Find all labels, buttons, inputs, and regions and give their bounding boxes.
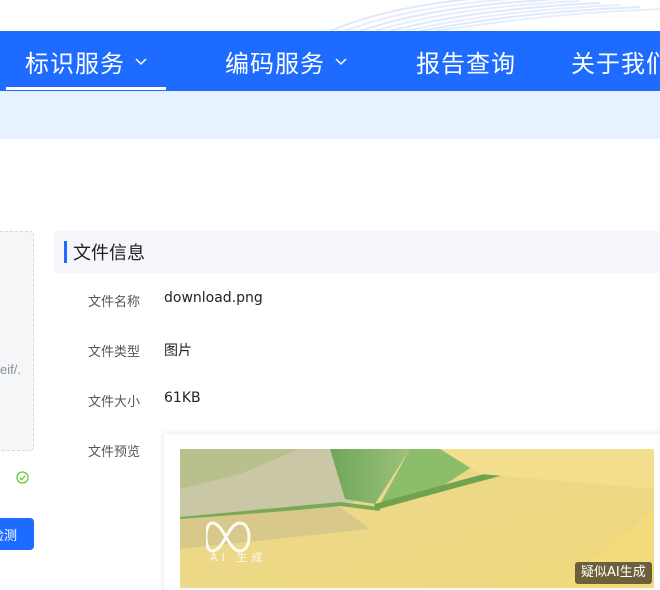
nav-active-indicator: [6, 87, 166, 90]
detect-button-label: 检测: [0, 528, 17, 544]
file-type-label: 文件类型: [88, 345, 141, 360]
nav-item-encoding-service[interactable]: 编码服务: [225, 31, 347, 91]
file-preview-label: 文件预览: [88, 445, 141, 460]
nav-item-identity-service[interactable]: 标识服务: [25, 31, 147, 91]
header-decoration: [0, 0, 660, 31]
section-title: 文件信息: [73, 243, 145, 264]
sub-header-band: [0, 91, 660, 139]
upload-hint-text: eif/.: [0, 362, 21, 377]
ai-suspected-badge: 疑似AI生成: [575, 562, 652, 584]
upload-panel[interactable]: [0, 231, 34, 451]
nav-item-label: 标识服务: [25, 49, 125, 78]
check-circle-icon: [16, 471, 29, 484]
file-type-value: 图片: [164, 343, 192, 359]
nav-item-about-us[interactable]: 关于我们: [571, 31, 660, 91]
file-name-value: download.png: [164, 290, 263, 306]
main-navbar: 标识服务 编码服务 报告查询 关于我们: [0, 31, 660, 91]
page: 标识服务 编码服务 报告查询 关于我们 eif/. 检测 文件信息 文件名称 d…: [0, 0, 660, 590]
file-size-label: 文件大小: [88, 395, 141, 410]
chevron-down-icon: [135, 58, 147, 66]
file-name-label: 文件名称: [88, 295, 141, 310]
ai-watermark-text: AI 生成: [210, 551, 267, 564]
file-size-value: 61KB: [164, 390, 201, 406]
chevron-down-icon: [335, 58, 347, 66]
nav-item-label: 报告查询: [416, 49, 516, 78]
file-info-header: 文件信息: [54, 231, 660, 273]
nav-item-label: 编码服务: [225, 49, 325, 78]
nav-item-label: 关于我们: [571, 49, 660, 78]
nav-item-report-query[interactable]: 报告查询: [416, 31, 516, 91]
section-accent-bar: [64, 241, 67, 263]
detect-button[interactable]: 检测: [0, 518, 34, 550]
